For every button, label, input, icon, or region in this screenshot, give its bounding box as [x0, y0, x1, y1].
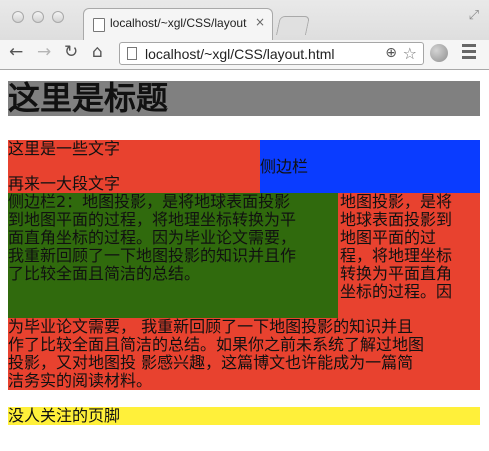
main-text-line-2: 再来一大段文字	[8, 174, 121, 193]
page-header: 这里是标题	[8, 81, 480, 116]
forward-icon[interactable]: →	[37, 42, 51, 62]
reload-icon[interactable]: ↻	[64, 42, 78, 62]
zoom-icon[interactable]: ⊕	[385, 45, 397, 61]
home-icon[interactable]: ⌂	[92, 42, 103, 62]
main-content: 这里是一些文字 再来一大段文字	[8, 140, 260, 193]
flow-text-right: 地图投影，是将 地球表面投影到 地图平面的过 程，将地理坐标 转换为平面直角 坐…	[340, 192, 453, 301]
zoom-window-button[interactable]	[52, 11, 64, 23]
url-text[interactable]: localhost/~xgl/CSS/layout.html	[145, 46, 334, 62]
star-icon[interactable]: ☆	[403, 44, 417, 63]
menu-icon[interactable]	[462, 44, 476, 62]
main-text-line-1: 这里是一些文字	[8, 139, 121, 158]
close-window-button[interactable]	[12, 11, 24, 23]
minimize-window-button[interactable]	[32, 11, 44, 23]
fullscreen-icon[interactable]: ⤢	[469, 8, 479, 23]
new-tab-button[interactable]	[275, 16, 311, 35]
globe-icon[interactable]	[430, 44, 448, 62]
sidebar: 侧边栏	[260, 140, 480, 193]
tab-title: localhost/~xgl/CSS/layout	[110, 16, 247, 30]
close-tab-icon[interactable]: ×	[255, 15, 265, 29]
browser-chrome: localhost/~xgl/CSS/layout × ⤢ ← → ↻ ⌂ lo…	[0, 0, 489, 70]
sidebar-2: 侧边栏2：地图投影，是将地球表面投影 到地图平面的过程，将地理坐标转换为平 面直…	[8, 193, 338, 318]
back-icon[interactable]: ←	[9, 42, 23, 62]
address-bar[interactable]: localhost/~xgl/CSS/layout.html ⊕ ☆	[119, 42, 424, 65]
page-footer: 没人关注的页脚	[8, 407, 480, 425]
page-viewport: 这里是标题 这里是一些文字 再来一大段文字 侧边栏 侧边栏2：地图投影，是将地球…	[0, 70, 489, 451]
browser-tab[interactable]: localhost/~xgl/CSS/layout ×	[83, 8, 273, 40]
flow-text-bottom: 为毕业论文需要， 我重新回顾了一下地图投影的知识并且 作了比较全面且简洁的总结。…	[8, 317, 425, 390]
page-favicon-icon	[93, 18, 105, 32]
page-icon	[127, 47, 137, 60]
